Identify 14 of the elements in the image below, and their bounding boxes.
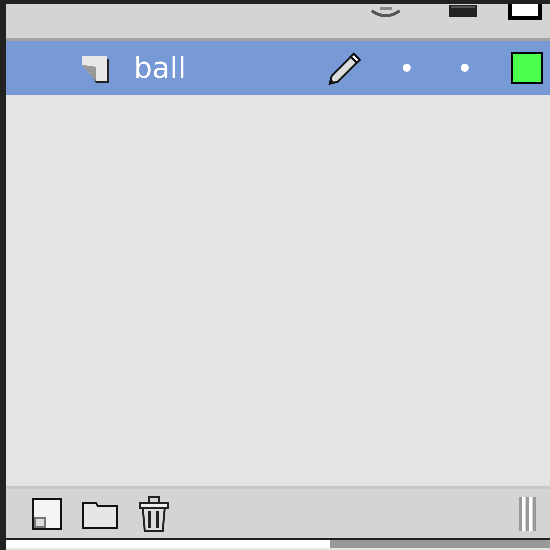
outline-icon[interactable] [508, 4, 542, 20]
visibility-dot[interactable] [403, 64, 411, 72]
lock-dot[interactable] [461, 64, 469, 72]
new-layer-icon[interactable] [32, 496, 62, 530]
scrollbar-thumb[interactable] [6, 540, 330, 548]
lock-icon[interactable] [448, 5, 478, 19]
outline-color-swatch[interactable] [511, 52, 543, 84]
layer-name: ball [134, 51, 188, 85]
trash-icon[interactable] [138, 494, 170, 532]
pencil-icon [326, 50, 362, 86]
resize-grip-icon[interactable] [518, 496, 538, 530]
layer-icon [79, 53, 109, 83]
eye-icon[interactable] [370, 7, 402, 19]
layer-row[interactable]: ball [6, 41, 550, 95]
